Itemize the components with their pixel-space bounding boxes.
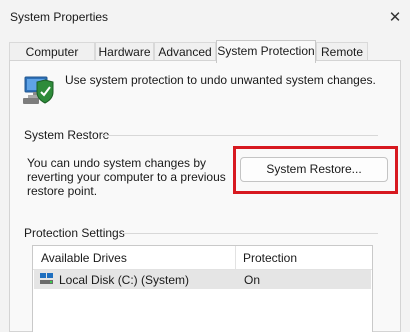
column-header-protection[interactable]: Protection [243, 251, 297, 265]
system-restore-button[interactable]: System Restore... [240, 157, 388, 182]
intro-text: Use system protection to undo unwanted s… [65, 73, 376, 87]
tab-hardware[interactable]: Hardware [95, 42, 154, 61]
title-bar: System Properties ✕ [0, 0, 410, 34]
column-header-available-drives[interactable]: Available Drives [41, 251, 127, 265]
protection-settings-group-label: Protection Settings [24, 226, 125, 240]
group-divider [122, 233, 378, 234]
tab-system-protection[interactable]: System Protection [216, 40, 316, 63]
tab-strip: Computer Name Hardware Advanced System P… [9, 40, 401, 77]
system-properties-window: System Properties ✕ Computer Name Hardwa… [0, 0, 410, 332]
drive-icon [40, 273, 53, 284]
drive-name: Local Disk (C:) (System) [59, 273, 190, 287]
tab-remote[interactable]: Remote [316, 42, 368, 61]
system-restore-group-label: System Restore [24, 128, 110, 142]
system-protection-icon [23, 76, 54, 104]
drives-list[interactable]: Available Drives Protection Local Disk (… [32, 245, 373, 332]
drives-list-header: Available Drives Protection [33, 246, 372, 270]
column-divider[interactable] [235, 246, 236, 269]
system-restore-description: You can undo system changes by reverting… [27, 156, 226, 198]
tab-advanced[interactable]: Advanced [154, 42, 216, 61]
tab-computer-name[interactable]: Computer Name [9, 42, 95, 77]
group-divider [102, 135, 378, 136]
drive-protection-status: On [244, 273, 261, 287]
close-button[interactable]: ✕ [380, 0, 410, 34]
window-title: System Properties [10, 10, 109, 24]
table-row[interactable]: Local Disk (C:) (System) On [34, 270, 371, 289]
